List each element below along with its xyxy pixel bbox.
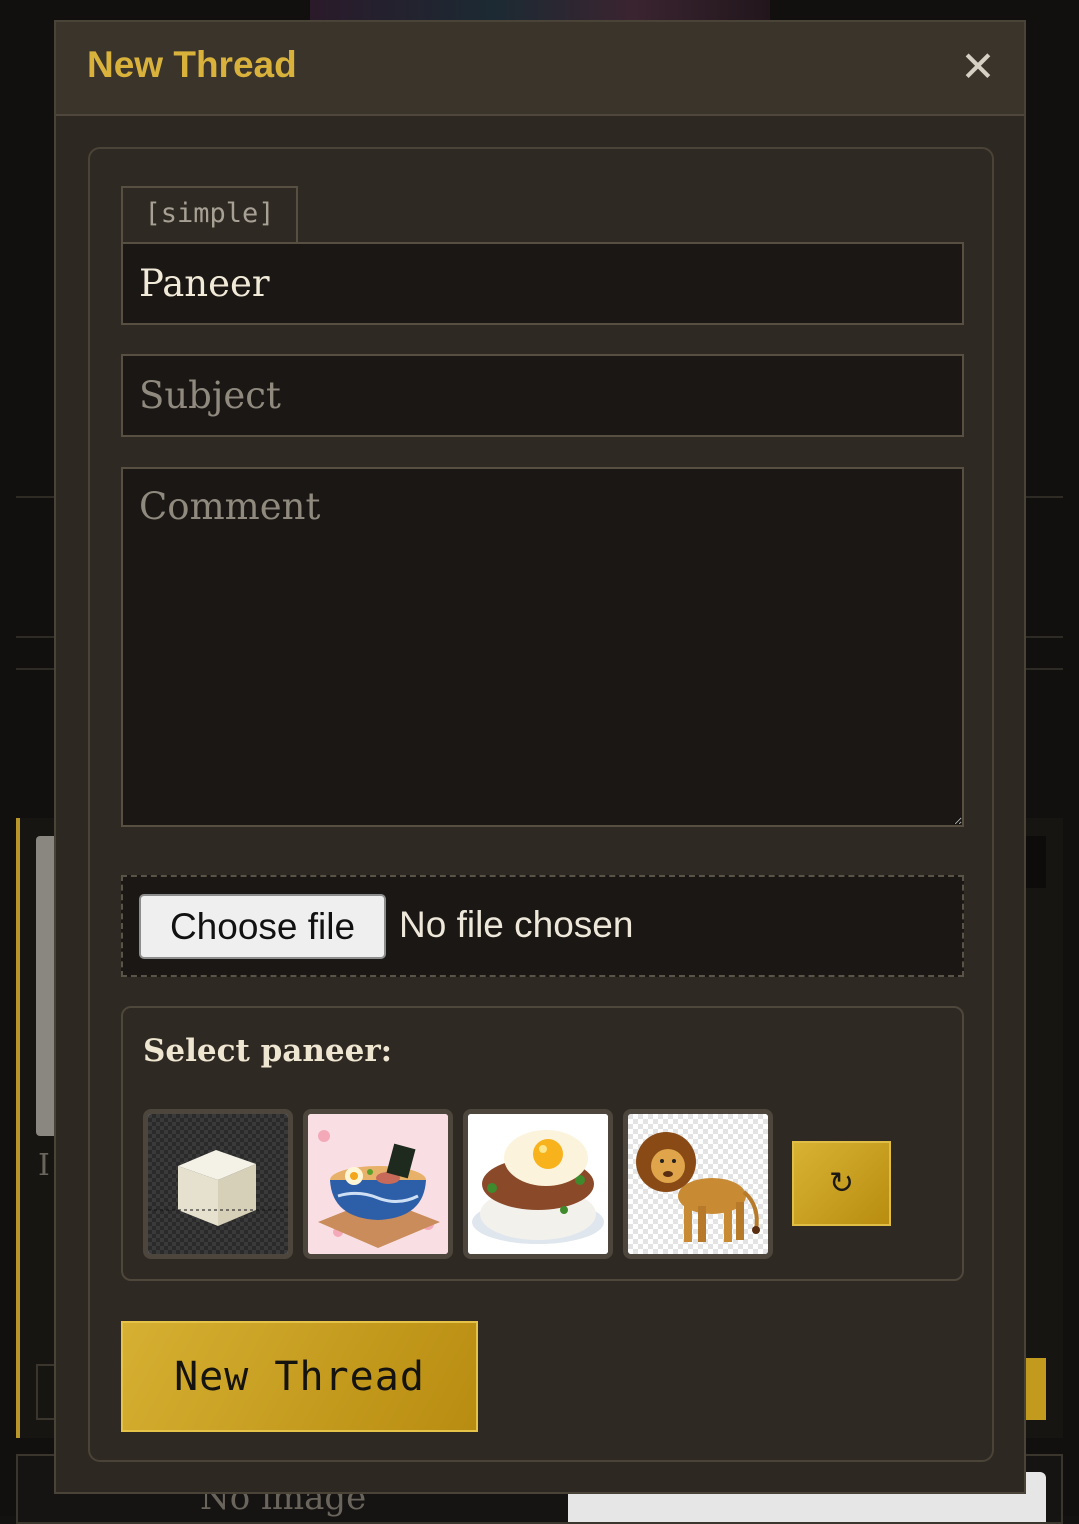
background-thumbnail [36,836,56,1136]
name-input[interactable] [121,242,964,325]
background-button [1024,1358,1046,1420]
paneer-picker: Select paneer: ↻ [121,1006,964,1281]
modal-title: New Thread [87,44,297,85]
ramen-bowl-image [308,1114,448,1254]
thread-form: [simple] Choose file No file chosen Sele… [88,147,994,1462]
paneer-picker-label: Select paneer: [143,1033,393,1069]
fried-egg-rice-image [468,1114,608,1254]
paneer-option-egg-rice[interactable] [463,1109,613,1259]
background-box [36,1364,56,1420]
subject-input[interactable] [121,354,964,437]
refresh-paneer-button[interactable]: ↻ [792,1141,891,1226]
new-thread-modal: New Thread ✕ [simple] Choose file No fil… [54,20,1026,1494]
comment-textarea[interactable] [121,467,964,827]
background-banner [310,0,770,22]
paneer-option-lion[interactable] [623,1109,773,1259]
background-panel [1024,836,1046,888]
background-text: I [38,1148,50,1183]
paneer-cube-image [148,1114,288,1254]
file-status-text: No file chosen [399,904,634,945]
name-mode-tag[interactable]: [simple] [121,186,298,243]
close-icon: ✕ [960,42,996,91]
choose-file-button[interactable]: Choose file [139,894,386,959]
new-thread-submit-button[interactable]: New Thread [121,1321,478,1432]
modal-header: New Thread ✕ [56,22,1024,116]
paneer-option-cube[interactable] [143,1109,293,1259]
refresh-icon: ↻ [828,1166,855,1201]
close-button[interactable]: ✕ [958,44,998,90]
paneer-option-ramen[interactable] [303,1109,453,1259]
lion-image [628,1114,768,1254]
file-upload-area[interactable]: Choose file No file chosen [121,875,964,977]
